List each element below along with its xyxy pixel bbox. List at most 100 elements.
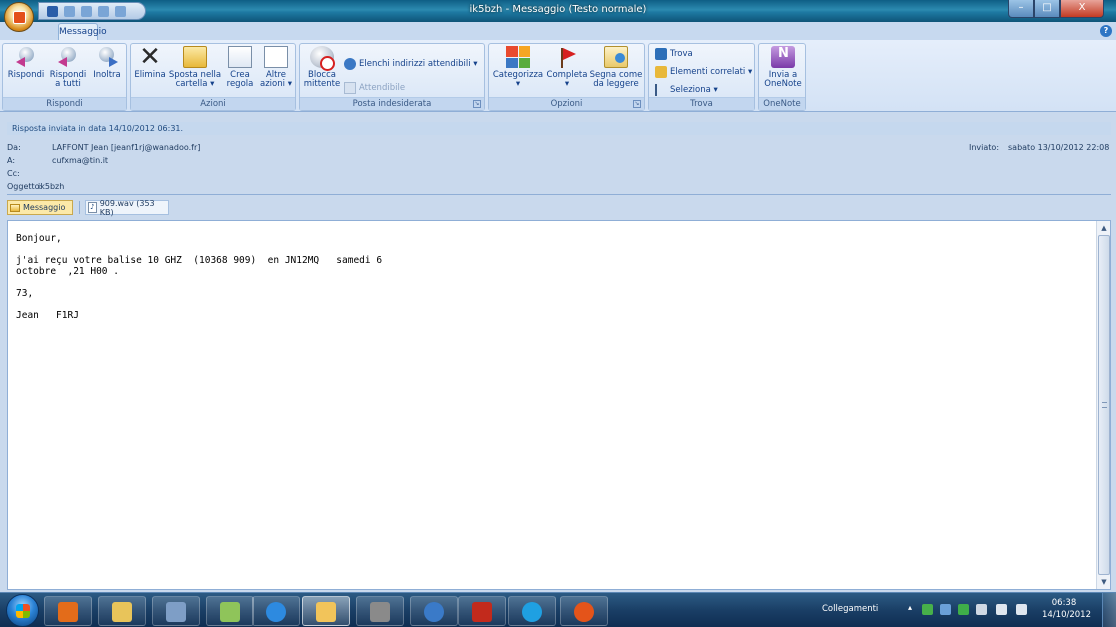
send-to-onenote-button[interactable]: Invia a OneNote xyxy=(761,46,805,98)
opzioni-launcher-icon[interactable]: ↘ xyxy=(633,100,641,108)
scroll-thumb[interactable] xyxy=(1098,235,1110,575)
delete-button[interactable]: ✕ Elimina xyxy=(133,44,167,98)
tray-check-icon[interactable] xyxy=(958,604,969,615)
block-sender-button[interactable]: Blocca mittente xyxy=(302,46,342,98)
next-item-icon[interactable] xyxy=(115,5,126,17)
not-junk-icon xyxy=(344,82,356,94)
skype-icon xyxy=(522,602,542,622)
folder-icon xyxy=(112,602,132,622)
office-button[interactable] xyxy=(4,2,34,32)
scroll-up-arrow-icon[interactable]: ▲ xyxy=(1098,222,1110,234)
follow-up-button[interactable]: Completa ▾ xyxy=(545,46,589,98)
undo-icon[interactable] xyxy=(64,5,75,17)
tray-expand-icon[interactable]: ▴ xyxy=(908,603,912,612)
message-body-pane[interactable]: Bonjour, j'ai reçu votre balise 10 GHZ (… xyxy=(7,220,1111,590)
taskbar-mail-active[interactable] xyxy=(302,596,350,626)
taskbar-microphone[interactable] xyxy=(356,596,404,626)
categorize-icon xyxy=(506,46,530,68)
tray-device-icon[interactable] xyxy=(976,604,987,615)
reply-button[interactable]: Rispondi xyxy=(6,46,46,98)
ribbon: Rispondi Rispondi a tutti Inoltra Rispon… xyxy=(0,40,1116,112)
taskbar: Collegamenti ▴ 06:38 14/10/2012 xyxy=(0,592,1116,627)
onenote-label-2: OneNote xyxy=(764,79,802,89)
find-button[interactable]: Trova xyxy=(655,46,693,62)
not-junk-button[interactable]: Attendibile xyxy=(344,80,405,96)
outlook-icon xyxy=(58,602,78,622)
binoculars-icon xyxy=(655,48,667,60)
from-label: Da: xyxy=(7,143,21,152)
tray-app-icon[interactable] xyxy=(940,604,951,615)
group-trova: Trova Elementi correlati ▾ Seleziona ▾ T… xyxy=(648,43,755,111)
taskbar-outlook[interactable] xyxy=(44,596,92,626)
other-actions-button[interactable]: Altre azioni ▾ xyxy=(258,46,294,98)
message-tab-label: Messaggio xyxy=(23,203,66,212)
create-rule-label-2: regola xyxy=(226,79,254,89)
media-player-icon xyxy=(574,602,594,622)
delete-label: Elimina xyxy=(134,70,166,80)
show-desktop-button[interactable] xyxy=(1102,593,1116,627)
group-azioni: ✕ Elimina Sposta nella cartella ▾ Crea r… xyxy=(130,43,296,111)
reply-all-button[interactable]: Rispondi a tutti xyxy=(47,46,89,98)
related-items-label: Elementi correlati ▾ xyxy=(670,67,753,77)
reply-label: Rispondi xyxy=(7,70,45,80)
mail-icon xyxy=(316,602,336,622)
globe-icon xyxy=(424,602,444,622)
related-items-icon xyxy=(655,66,667,78)
taskbar-skype[interactable] xyxy=(508,596,556,626)
window-controls: – □ X xyxy=(1008,0,1104,18)
create-rule-icon xyxy=(228,46,252,68)
not-junk-label: Attendibile xyxy=(359,83,406,93)
vertical-scrollbar[interactable]: ▲ ▼ xyxy=(1096,221,1110,589)
taskbar-notes[interactable] xyxy=(206,596,254,626)
minimize-button[interactable]: – xyxy=(1008,0,1034,18)
envelope-icon xyxy=(10,203,20,212)
start-button[interactable] xyxy=(6,594,39,627)
message-tab-button[interactable]: Messaggio xyxy=(7,200,73,215)
attachment-file[interactable]: ♪ 909.wav (353 KB) xyxy=(85,198,169,217)
from-value[interactable]: LAFFONT Jean [jeanf1rj@wanadoo.fr] xyxy=(52,143,200,152)
save-icon[interactable] xyxy=(47,5,58,17)
sent-label: Inviato: xyxy=(969,143,1000,152)
categorize-button[interactable]: Categorizza ▾ xyxy=(491,46,545,98)
taskbar-explorer[interactable] xyxy=(98,596,146,626)
move-to-folder-button[interactable]: Sposta nella cartella ▾ xyxy=(168,46,222,98)
related-items-button[interactable]: Elementi correlati ▾ xyxy=(655,64,752,80)
links-toolbar-label[interactable]: Collegamenti xyxy=(822,604,878,614)
volume-icon[interactable] xyxy=(1016,604,1027,615)
taskbar-tools[interactable] xyxy=(152,596,200,626)
close-button[interactable]: X xyxy=(1060,0,1104,18)
cc-label: Cc: xyxy=(7,169,20,178)
clock-date[interactable]: 14/10/2012 xyxy=(1042,610,1091,620)
forward-button[interactable]: Inoltra xyxy=(89,46,125,98)
posta-launcher-icon[interactable]: ↘ xyxy=(473,100,481,108)
tab-messaggio[interactable]: Messaggio xyxy=(58,23,107,41)
group-label-posta: Posta indesiderata xyxy=(300,97,484,110)
help-icon[interactable]: ? xyxy=(1100,25,1112,37)
scroll-down-arrow-icon[interactable]: ▼ xyxy=(1098,576,1110,588)
taskbar-media[interactable] xyxy=(560,596,608,626)
subject-label: Oggetto: xyxy=(7,182,43,191)
find-label: Trova xyxy=(670,49,693,59)
previous-item-icon[interactable] xyxy=(98,5,109,17)
other-actions-icon xyxy=(264,46,288,68)
maximize-button[interactable]: □ xyxy=(1034,0,1060,18)
select-button[interactable]: Seleziona ▾ xyxy=(655,82,718,98)
mark-unread-button[interactable]: Segna come da leggere xyxy=(589,46,643,98)
tray-network-app-icon[interactable] xyxy=(922,604,933,615)
to-value[interactable]: cufxma@tin.it xyxy=(52,156,108,165)
group-posta-indesiderata: Blocca mittente Elenchi indirizzi attend… xyxy=(299,43,485,111)
onenote-icon xyxy=(771,46,795,68)
reply-all-label-2: a tutti xyxy=(55,79,81,89)
create-rule-button[interactable]: Crea regola xyxy=(223,46,257,98)
other-actions-label-2: azioni ▾ xyxy=(260,79,292,89)
signal-icon[interactable] xyxy=(996,604,1007,615)
audio-file-icon: ♪ xyxy=(88,202,97,213)
safe-lists-button[interactable]: Elenchi indirizzi attendibili ▾ xyxy=(344,56,478,72)
attachment-file-label: 909.wav (353 KB) xyxy=(99,198,155,217)
redo-icon[interactable] xyxy=(81,5,92,17)
taskbar-ie[interactable] xyxy=(252,596,300,626)
taskbar-filezilla[interactable] xyxy=(458,596,506,626)
microphone-icon xyxy=(370,602,390,622)
clock-time[interactable]: 06:38 xyxy=(1042,598,1086,608)
taskbar-globe[interactable] xyxy=(410,596,458,626)
